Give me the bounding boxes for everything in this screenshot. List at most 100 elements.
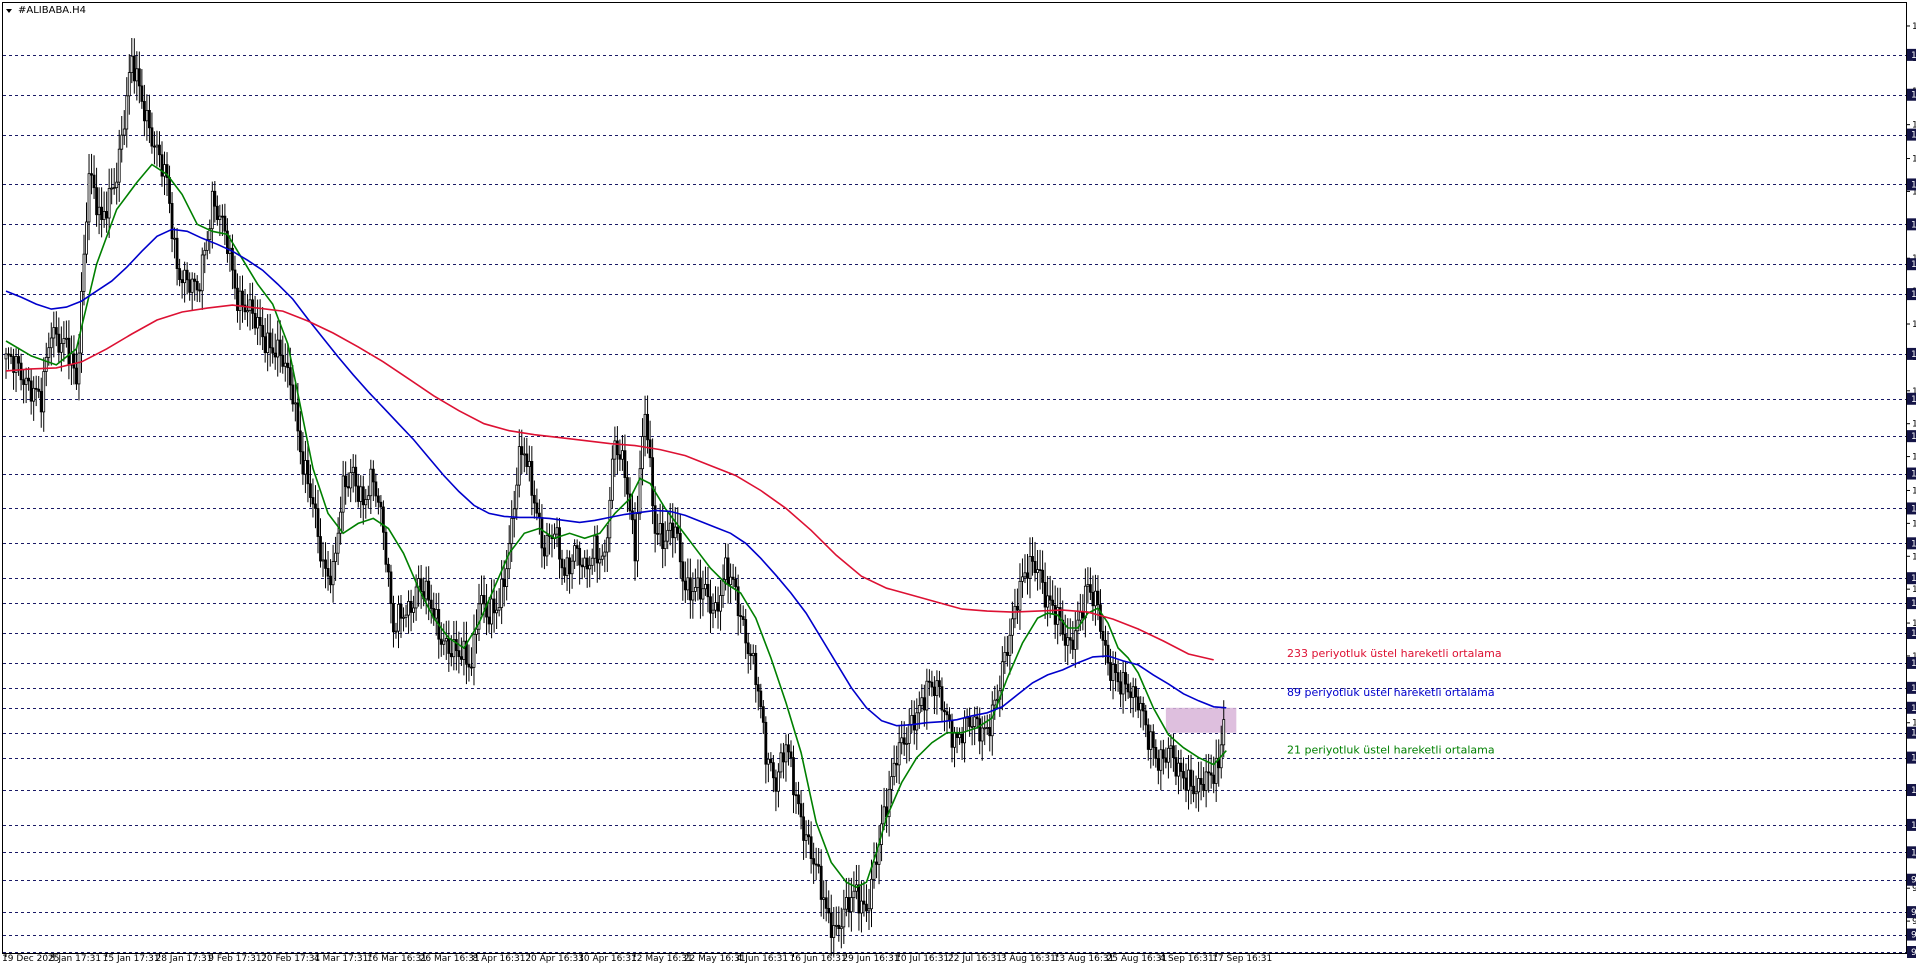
candle-body [1121, 672, 1125, 695]
candle-body [1174, 757, 1178, 777]
candle-body [1212, 774, 1216, 784]
candle-body [1184, 777, 1188, 791]
candle-body [236, 287, 239, 311]
candle-body [490, 598, 493, 625]
candle-body [122, 128, 126, 136]
candle-body [1197, 778, 1200, 793]
x-tick-label: 4 Jun 16:31 [737, 954, 788, 963]
candle-body [44, 356, 48, 372]
candle-body [1202, 783, 1206, 791]
candle-body [158, 144, 161, 156]
candle-body [145, 110, 149, 122]
y-tick-label: 140.70 [1912, 453, 1916, 463]
candle-body [1111, 664, 1115, 681]
candle-body [570, 560, 574, 575]
candle-body [1136, 696, 1140, 711]
candle-body [615, 440, 619, 456]
candle-body [90, 173, 93, 176]
candle-body [1164, 757, 1168, 763]
level-label: 177.00 [1911, 91, 1916, 101]
candle-body [719, 595, 722, 612]
candle-body [522, 453, 526, 456]
candle-body [384, 531, 388, 565]
candle-body [502, 578, 506, 587]
candle-body [807, 834, 811, 838]
candle-body [1094, 590, 1097, 607]
candle-body [759, 690, 763, 708]
chart-window[interactable]: 233 periyotluk üstel hareketli ortalama 8… [0, 0, 1916, 963]
candle-body [39, 390, 43, 413]
candle-body [1106, 644, 1110, 663]
candle-body [125, 95, 129, 130]
candle-body [993, 699, 997, 706]
candle-body [251, 299, 254, 314]
candle-body [49, 337, 53, 349]
candle-body [97, 206, 101, 216]
candle-body [980, 727, 984, 742]
candle-body [1124, 672, 1128, 685]
candle-body [515, 484, 519, 510]
candle-body [837, 924, 841, 930]
candle-body [459, 656, 463, 660]
candle-body [369, 468, 373, 497]
level-label: 92.75 [1911, 931, 1916, 941]
price-chart[interactable]: 233 periyotluk üstel hareketli ortalama 8… [0, 0, 1916, 963]
candle-body [626, 477, 629, 495]
candle-body [319, 536, 322, 562]
candle-body [266, 332, 270, 354]
x-tick-label: 20 Apr 16:31 [525, 954, 584, 963]
candle-body [1144, 710, 1148, 726]
candle-body [1154, 747, 1158, 759]
candle-body [414, 586, 418, 609]
ma-annotation: 233 periyotluk üstel hareketli ortalama [1287, 647, 1502, 660]
candle-body [142, 101, 146, 122]
y-tick-label: 170.60 [1912, 155, 1916, 165]
candle-body [356, 485, 360, 502]
candle-body [910, 715, 914, 725]
candle-body [1023, 572, 1027, 578]
candle-body [1033, 560, 1037, 573]
level-label: 164.00 [1911, 220, 1916, 230]
candle-body [1156, 757, 1160, 771]
candle-body [253, 312, 257, 329]
candle-body [683, 580, 687, 591]
candle-body [19, 362, 23, 381]
candle-body [188, 279, 192, 293]
candle-body [397, 603, 400, 632]
candle-body [1189, 769, 1193, 787]
candle-body [631, 510, 634, 521]
candle-body [734, 579, 738, 588]
candle-body [427, 580, 431, 601]
candle-body [1207, 771, 1211, 774]
candle-body [731, 576, 735, 580]
level-label: 128.50 [1911, 574, 1916, 584]
candle-body [95, 187, 98, 216]
candle-body [1038, 569, 1042, 571]
level-label: 126.00 [1911, 599, 1916, 609]
candle-body [857, 884, 861, 914]
candle-body [1177, 762, 1180, 777]
candle-body [814, 863, 818, 866]
candle-body [643, 413, 647, 437]
candle-body [862, 900, 866, 905]
candle-body [568, 557, 571, 575]
candle-body [47, 347, 51, 358]
candle-body [661, 523, 665, 550]
candle-body [663, 540, 667, 550]
candle-body [870, 878, 873, 910]
candle-body [754, 652, 758, 686]
chart-title-group: #ALIBABA.H4 [6, 5, 86, 16]
price-zone [1165, 707, 1237, 733]
candle-body [726, 557, 730, 585]
candle-body [520, 446, 524, 455]
x-tick-label: 26 Mar 16:31 [420, 954, 480, 963]
candle-body [686, 577, 690, 591]
candle-body [555, 527, 559, 535]
candle-body [1026, 572, 1029, 579]
candle-body [105, 211, 109, 219]
candle-body [168, 177, 171, 204]
candle-body [978, 718, 982, 742]
y-tick-label: 94.10 [1912, 917, 1916, 927]
candle-body [341, 475, 345, 513]
candle-body [575, 545, 579, 549]
